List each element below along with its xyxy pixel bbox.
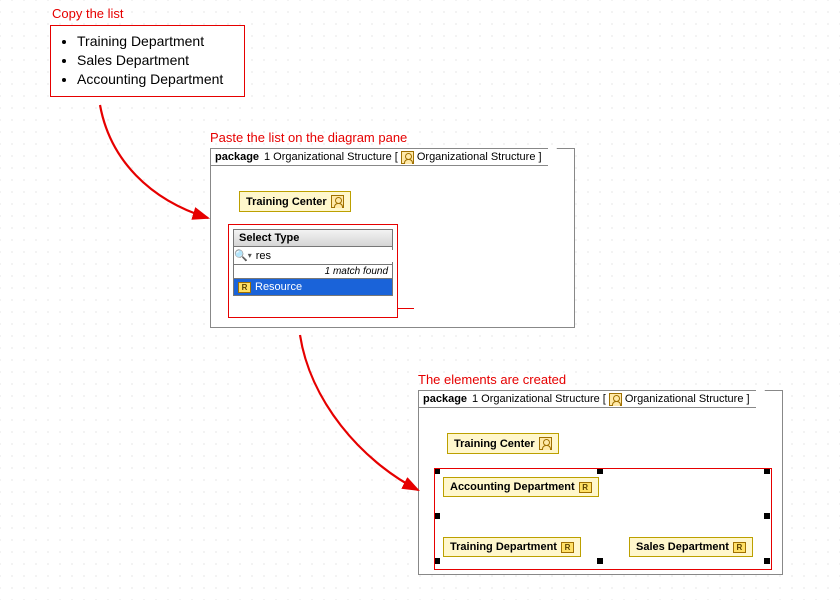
selection-handle[interactable] — [434, 513, 440, 519]
element-training-center[interactable]: Training Center — [239, 191, 351, 212]
resource-icon: R — [561, 542, 574, 553]
element-sales-department[interactable]: Sales Department R — [629, 537, 753, 557]
frame-2-header: package 1 Organizational Structure [ Org… — [418, 390, 756, 408]
element-accounting-department[interactable]: Accounting Department R — [443, 477, 599, 497]
frame-bracket-title: Organizational Structure — [625, 393, 744, 405]
frame-num: 1 — [264, 151, 270, 163]
frame-bracket-close: ] — [746, 393, 749, 405]
resource-icon: R — [733, 542, 746, 553]
frame-bracket-title: Organizational Structure — [417, 151, 536, 163]
diagram-frame-1[interactable]: package 1 Organizational Structure [ Org… — [210, 148, 575, 328]
select-type-search-row[interactable]: 🔍 ▾ — [233, 247, 393, 265]
element-training-department[interactable]: Training Department R — [443, 537, 581, 557]
frame-kw: package — [423, 393, 467, 405]
select-type-result-resource[interactable]: R Resource — [233, 279, 393, 296]
selection-handle[interactable] — [764, 558, 770, 564]
frame-bracket-open: [ — [603, 393, 606, 405]
select-type-match-count: 1 match found — [233, 265, 393, 279]
annotation-copy-list: Copy the list — [52, 6, 124, 21]
element-label: Accounting Department — [450, 481, 575, 493]
copy-list-item: Accounting Department — [77, 71, 236, 87]
selection-handle[interactable] — [764, 513, 770, 519]
annotation-paste-list: Paste the list on the diagram pane — [210, 130, 407, 145]
copy-list-item: Training Department — [77, 33, 236, 49]
actor-icon — [401, 151, 414, 164]
frame-bracket-close: ] — [538, 151, 541, 163]
select-type-search-input[interactable] — [254, 250, 400, 262]
frame-title: Organizational Structure — [481, 393, 600, 405]
selection-handle[interactable] — [434, 558, 440, 564]
selection-handle[interactable] — [764, 468, 770, 474]
element-label: Training Center — [454, 438, 535, 450]
actor-icon — [539, 437, 552, 450]
copy-list-item: Sales Department — [77, 52, 236, 68]
select-type-panel[interactable]: Select Type 🔍 ▾ 1 match found R Resource — [233, 229, 393, 296]
selection-handle[interactable] — [434, 468, 440, 474]
diagram-frame-2[interactable]: package 1 Organizational Structure [ Org… — [418, 390, 783, 575]
resource-icon: R — [238, 282, 251, 293]
copy-list-box: Training Department Sales Department Acc… — [50, 25, 245, 97]
selection-handle[interactable] — [597, 558, 603, 564]
actor-icon — [609, 393, 622, 406]
element-label: Sales Department — [636, 541, 729, 553]
resource-icon: R — [579, 482, 592, 493]
select-type-title: Select Type — [233, 229, 393, 247]
selection-handle[interactable] — [597, 468, 603, 474]
element-label: Training Center — [246, 196, 327, 208]
frame-1-header: package 1 Organizational Structure [ Org… — [210, 148, 548, 166]
frame-title: Organizational Structure — [273, 151, 392, 163]
annotation-elements-created: The elements are created — [418, 372, 566, 387]
element-training-center[interactable]: Training Center — [447, 433, 559, 454]
ctrlv-connector-line — [398, 308, 414, 309]
frame-bracket-open: [ — [395, 151, 398, 163]
select-type-result-label: Resource — [255, 281, 302, 293]
frame-num: 1 — [472, 393, 478, 405]
frame-kw: package — [215, 151, 259, 163]
actor-icon — [331, 195, 344, 208]
element-label: Training Department — [450, 541, 557, 553]
search-icon: 🔍 — [234, 249, 248, 262]
